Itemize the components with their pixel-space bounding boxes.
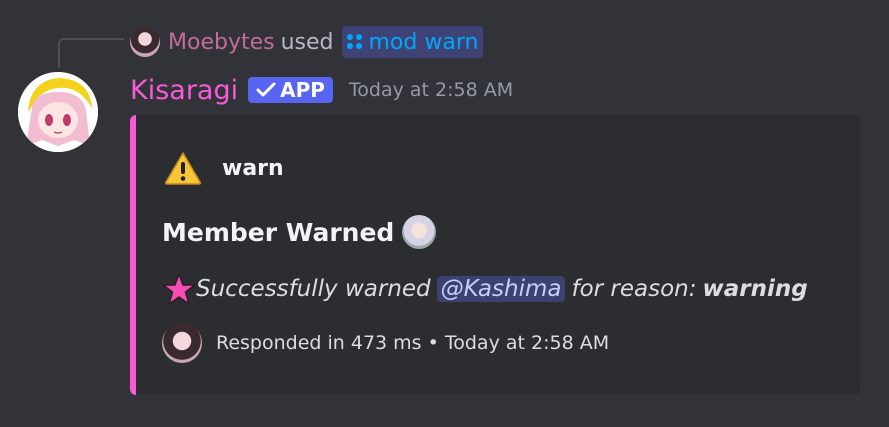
reply-used-text: used [280,29,334,55]
embed-accent-bar [130,115,136,395]
embed-author-name: warn [222,155,284,181]
description-prefix: Successfully warned [196,276,431,302]
message-timestamp[interactable]: Today at 2:58 AM [349,79,513,101]
embed-title: Member Warned [162,215,437,249]
app-badge-label: APP [280,78,325,102]
embed-description: Successfully warned @Kashima for reason:… [162,273,808,305]
footer-text: Responded in 473 ms • Today at 2:58 AM [216,332,610,354]
app-badge: APP [248,77,333,103]
embed-card: warn Member Warned Successfully warned @… [130,115,860,395]
checkmark-icon [256,82,276,97]
warning-icon [164,152,202,185]
slash-command-icon [346,34,363,50]
embed-footer: Responded in 473 ms • Today at 2:58 AM [162,323,609,363]
reply-username[interactable]: Moebytes [168,30,275,55]
bot-avatar[interactable] [18,72,98,152]
footer-avatar [162,323,202,363]
reply-avatar[interactable] [130,27,160,57]
command-pill[interactable]: mod warn [341,26,484,58]
avatar-art-icon [18,72,98,152]
description-middle: for reason: [571,276,697,302]
embed-author: warn [164,151,284,185]
reply-reference[interactable]: Moebytes used mod warn [130,25,484,59]
star-emoji-icon [162,273,196,305]
command-name: mod warn [368,29,479,55]
anime-girl-emoji-icon[interactable] [402,215,437,249]
bot-username[interactable]: Kisaragi [130,75,238,106]
warn-reason: warning [702,276,808,302]
reply-connector [58,38,124,68]
message-header: Kisaragi APP Today at 2:58 AM [130,72,513,108]
message-container: Moebytes used mod warn Kisaragi APP Toda… [0,0,889,427]
user-mention[interactable]: @Kashima [436,276,566,302]
embed-title-text: Member Warned [162,217,395,247]
